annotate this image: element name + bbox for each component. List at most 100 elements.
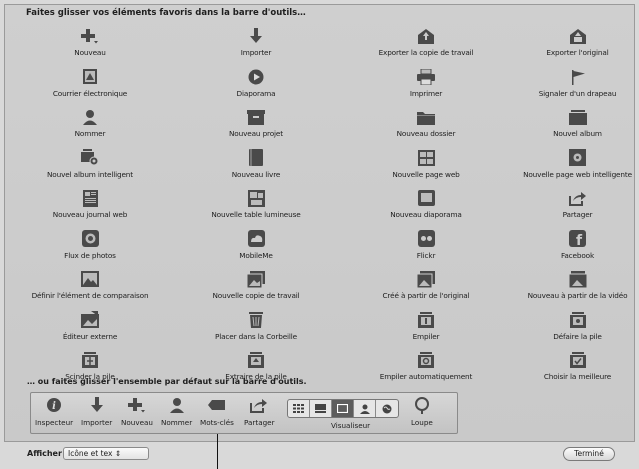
default-tool-label: Importer	[81, 418, 113, 427]
toolbar-item[interactable]: Placer dans la Corbeille	[174, 306, 338, 347]
mail-stamp-icon	[81, 68, 99, 86]
toolbar-item-label: Empiler automatiquement	[379, 372, 473, 381]
folder-icon	[417, 108, 435, 126]
export-original-icon	[569, 27, 587, 45]
toolbar-item-label: Facebook	[560, 250, 595, 260]
default-toolbar-set[interactable]: i Inspecteur Importer Nouveau Nommer Mot…	[30, 392, 458, 434]
default-tool-nouveau: Nouveau	[121, 396, 153, 427]
toolbar-item[interactable]: Nouveau à partir de la vidéo	[514, 265, 639, 306]
toolbar-item[interactable]: MobileMe	[174, 225, 338, 266]
from-original-icon	[417, 270, 435, 288]
default-tool-label: Partager	[244, 418, 275, 427]
afficher-popup[interactable]: Icône et tex ⇕	[63, 447, 149, 460]
facebook-icon: f	[569, 230, 587, 248]
flickr-icon	[417, 230, 435, 248]
viewer-grid-segment	[288, 400, 310, 417]
new-version-icon	[247, 270, 265, 288]
project-box-icon	[247, 108, 265, 126]
default-tool-label: Nommer	[161, 418, 193, 427]
toolbar-item-label: Partager	[562, 210, 593, 219]
toolbar-item-label: Diaporama	[236, 88, 276, 98]
toolbar-item[interactable]: Empiler automatiquement	[338, 346, 514, 387]
toolbar-item[interactable]: Flux de photos	[6, 225, 174, 266]
toolbar-item[interactable]: Nouvelle page web intelligente	[514, 144, 639, 185]
photo-stream-icon	[81, 230, 99, 248]
toolbar-item[interactable]: Nouveau dossier	[338, 103, 514, 144]
external-editor-icon	[81, 311, 99, 329]
toolbar-item[interactable]: Choisir la meilleure	[514, 346, 639, 387]
toolbar-item[interactable]: Diaporama	[174, 63, 338, 104]
extract-stack-icon	[247, 351, 265, 369]
info-icon: i	[45, 396, 63, 414]
toolbar-item[interactable]: Nouveau diaporama	[338, 184, 514, 225]
slideshow-icon	[417, 189, 435, 207]
split-stack-icon	[81, 351, 99, 369]
toolbar-item[interactable]: Nouveau journal web	[6, 184, 174, 225]
unstack-icon	[569, 311, 587, 329]
mobileme-icon	[247, 230, 265, 248]
toolbar-item-label: Nouvel album	[553, 129, 602, 138]
toolbar-item[interactable]: Exporter l'original	[514, 22, 639, 63]
person-icon	[81, 108, 99, 126]
toolbar-item[interactable]: Flickr	[338, 225, 514, 266]
default-tool-mots-cles: Mots-clés	[200, 396, 234, 427]
toolbar-item[interactable]: Nouvelle copie de travail	[174, 265, 338, 306]
toolbar-item[interactable]: Nouvel album	[514, 103, 639, 144]
default-tool-label: Nouveau	[121, 418, 153, 427]
default-set-instruction: … ou faites glisser l'ensemble par défau…	[27, 377, 307, 386]
toolbar-item-label: Définir l'élément de comparaison	[31, 291, 149, 300]
toolbar-item[interactable]: Nouveau livre	[174, 144, 338, 185]
download-arrow-icon	[247, 27, 265, 45]
toolbar-item[interactable]: Nouveau	[6, 22, 174, 63]
toolbar-item-label: Exporter la copie de travail	[378, 48, 474, 57]
toolbar-item-label: Placer dans la Corbeille	[214, 331, 298, 341]
toolbar-item[interactable]: Défaire la pile	[514, 306, 639, 347]
toolbar-item-label: Nouveau diaporama	[390, 210, 462, 219]
toolbar-item-label: Nouveau journal web	[52, 210, 128, 219]
toolbar-item[interactable]: Nouveau projet	[174, 103, 338, 144]
viewer-places-segment	[376, 400, 398, 417]
toolbar-item[interactable]: Courrier électronique	[6, 63, 174, 104]
tag-icon	[207, 396, 226, 414]
toolbar-item-label: Exporter l'original	[546, 48, 609, 57]
album-icon	[568, 108, 587, 126]
toolbar-item[interactable]: Nouvel album intelligent	[6, 144, 174, 185]
light-table-icon	[247, 189, 265, 207]
toolbar-item[interactable]: Importer	[174, 22, 338, 63]
default-tool-importer: Importer	[81, 396, 112, 427]
toolbar-item[interactable]: Créé à partir de l'original	[338, 265, 514, 306]
web-journal-icon	[81, 189, 99, 207]
toolbar-item-label: Nouveau dossier	[396, 129, 456, 138]
share-icon	[250, 396, 268, 414]
toolbar-item[interactable]: Nouvelle table lumineuse	[174, 184, 338, 225]
plus-icon	[81, 27, 99, 45]
default-tool-partager: Partager	[244, 396, 275, 427]
book-icon	[247, 149, 265, 167]
toolbar-item-label: MobileMe	[239, 250, 273, 260]
toolbar-item-label: Nouveau	[74, 48, 106, 57]
toolbar-item-label: Flux de photos	[64, 250, 116, 260]
toolbar-item-label: Choisir la meilleure	[543, 372, 612, 381]
toolbar-item[interactable]: Nommer	[6, 103, 174, 144]
person-icon	[168, 396, 186, 414]
toolbar-item[interactable]: Signaler d'un drapeau	[514, 63, 639, 104]
toolbar-item[interactable]: Nouvelle page web	[338, 144, 514, 185]
toolbar-item-label: Courrier électronique	[52, 88, 128, 98]
toolbar-item-label: Imprimer	[409, 88, 443, 98]
toolbar-item[interactable]: f Facebook	[514, 225, 639, 266]
toolbar-item[interactable]: Empiler	[338, 306, 514, 347]
from-video-icon	[568, 270, 587, 288]
toolbar-items-grid: Nouveau Importer Exporter la copie de trav…	[0, 22, 639, 387]
viewer-faces-segment	[354, 400, 376, 417]
toolbar-item[interactable]: Imprimer	[338, 63, 514, 104]
toolbar-item-label: Créé à partir de l'original	[382, 291, 470, 300]
toolbar-item[interactable]: Éditeur externe	[6, 306, 174, 347]
default-tool-label: Loupe	[411, 418, 433, 427]
toolbar-item[interactable]: Exporter la copie de travail	[338, 22, 514, 63]
toolbar-item[interactable]: Définir l'élément de comparaison	[6, 265, 174, 306]
done-button[interactable]: Terminé	[563, 447, 615, 461]
toolbar-item-label: Nouvelle page web	[392, 169, 460, 179]
toolbar-item[interactable]: Partager	[514, 184, 639, 225]
plus-icon	[127, 396, 146, 414]
default-tool-label: Visualiseur	[331, 421, 371, 430]
